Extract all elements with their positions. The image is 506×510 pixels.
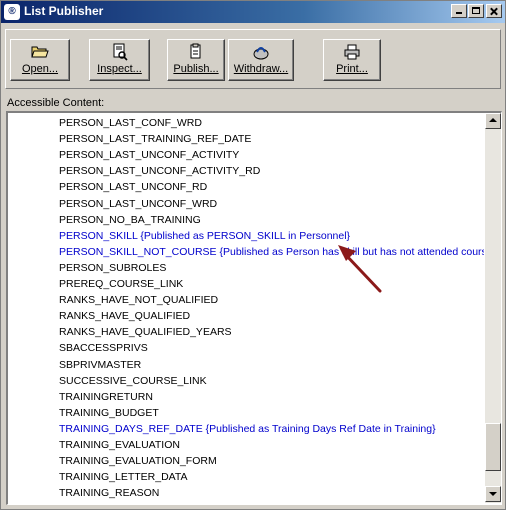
list-item[interactable]: SBACCESSPRIVS [59,340,148,356]
list-item[interactable]: TRAINING_DAYS_REF_DATE {Published as Tra… [59,421,436,437]
print-button-label: Print... [336,63,368,75]
scroll-down-button[interactable] [485,486,501,502]
accessible-content-label: Accessible Content: [7,97,105,109]
window-title: List Publisher [24,4,104,18]
list-item[interactable]: PERSON_LAST_CONF_WRD [59,115,202,131]
publish-icon [168,43,224,63]
list-item[interactable]: TRAINING_LETTER_DATA [59,469,188,485]
list-item[interactable]: SBPRIVMASTER [59,357,141,373]
accessible-content-list[interactable]: PERSON_LAST_CONF_WRD PERSON_LAST_TRAINING… [6,111,502,505]
vertical-scrollbar[interactable] [485,113,501,503]
publish-button[interactable]: Publish... [167,39,225,81]
list-item[interactable]: TRAINING_EVALUATION_FORM [59,453,217,469]
toolbar: Open... Inspect... Publish... Withdraw..… [5,29,501,89]
list-item[interactable]: TRAINING_REASON [59,485,159,501]
app-icon: ® [4,4,20,20]
list-item[interactable]: PERSON_SUBROLES [59,260,166,276]
inspect-button[interactable]: Inspect... [89,39,150,81]
list-item[interactable]: RANKS_HAVE_NOT_QUALIFIED [59,292,218,308]
printer-icon [324,43,380,63]
folder-open-icon [11,43,69,63]
withdraw-icon [229,43,293,63]
inspect-button-label: Inspect... [97,63,142,75]
withdraw-button[interactable]: Withdraw... [228,39,294,81]
scroll-up-button[interactable] [485,113,501,129]
list-item[interactable]: TRAINING_EVALUATION [59,437,180,453]
open-button[interactable]: Open... [10,39,70,81]
minimize-button[interactable] [451,4,467,18]
list-item[interactable]: PERSON_LAST_TRAINING_REF_DATE [59,131,251,147]
list-publisher-window: ® List Publisher Open... Inspect... Publ… [0,0,506,510]
list-item[interactable]: PREREQ_COURSE_LINK [59,276,183,292]
list-item[interactable]: PERSON_SKILL_NOT_COURSE {Published as Pe… [59,244,484,260]
list-item[interactable]: RANKS_HAVE_QUALIFIED_YEARS [59,324,232,340]
list-item[interactable]: PERSON_LAST_UNCONF_WRD [59,196,217,212]
list-item[interactable]: TRAININGRETURN [59,389,153,405]
list-item[interactable]: PERSON_LAST_UNCONF_ACTIVITY_RD [59,163,260,179]
list-item[interactable]: PERSON_LAST_UNCONF_RD [59,179,207,195]
withdraw-button-label: Withdraw... [233,63,289,75]
list-item[interactable]: TRAINING_RECORDS_REF_DATE {Published as … [59,501,474,504]
list-item[interactable]: PERSON_LAST_UNCONF_ACTIVITY [59,147,239,163]
list-item[interactable]: RANKS_HAVE_QUALIFIED [59,308,190,324]
open-button-label: Open... [21,63,59,75]
publish-button-label: Publish... [173,63,219,75]
list-items: PERSON_LAST_CONF_WRD PERSON_LAST_TRAINING… [8,113,484,504]
close-button[interactable] [486,4,502,18]
print-button[interactable]: Print... [323,39,381,81]
list-item[interactable]: TRAINING_BUDGET [59,405,159,421]
inspect-icon [90,43,149,63]
maximize-button[interactable] [468,4,484,18]
list-item[interactable]: PERSON_NO_BA_TRAINING [59,212,201,228]
list-item[interactable]: SUCCESSIVE_COURSE_LINK [59,373,207,389]
scroll-thumb[interactable] [485,423,501,471]
list-item[interactable]: PERSON_SKILL {Published as PERSON_SKILL … [59,228,350,244]
title-bar[interactable]: ® List Publisher [1,1,505,23]
